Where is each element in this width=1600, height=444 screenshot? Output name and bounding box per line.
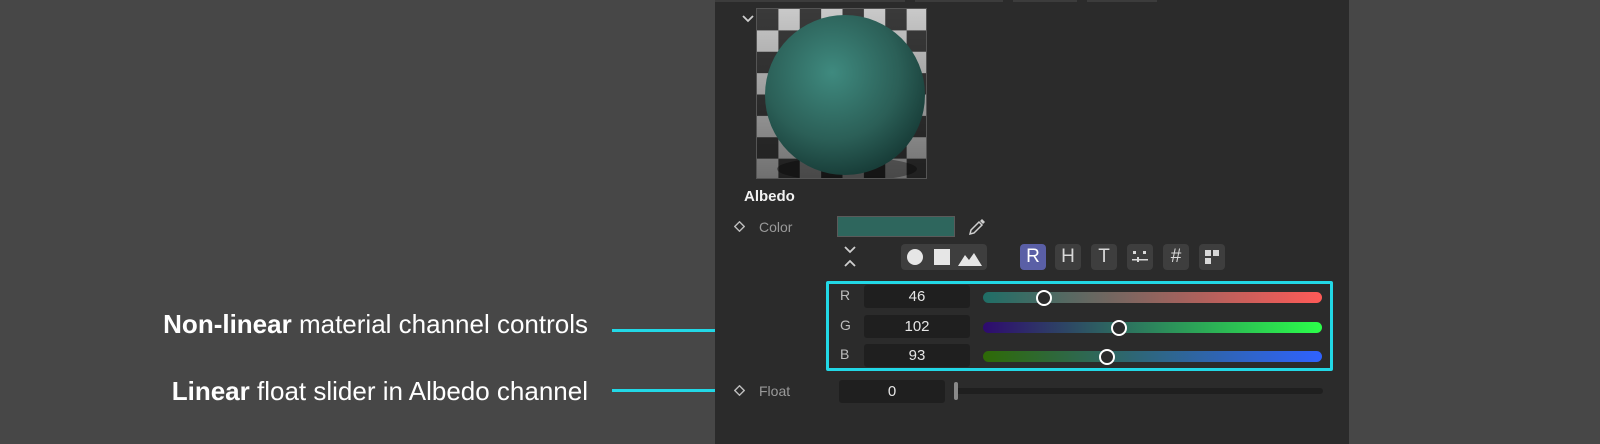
section-title-albedo: Albedo (744, 188, 795, 205)
keyframe-diamond-icon[interactable] (734, 385, 745, 396)
mode-button-temperature[interactable]: T (1091, 244, 1117, 270)
plane-shape-icon[interactable] (934, 249, 950, 265)
channel-r-value[interactable]: 46 (864, 285, 970, 308)
annotation-nonlinear-text: material channel controls (291, 309, 588, 339)
color-swatch[interactable] (837, 216, 955, 237)
top-tab[interactable] (1087, 0, 1157, 2)
chevron-down-icon[interactable] (742, 14, 754, 24)
collapse-expand-icon[interactable] (843, 245, 857, 271)
annotation-nonlinear: Non-linear material channel controls (163, 311, 588, 337)
float-slider[interactable] (955, 388, 1323, 394)
stage: Non-linear material channel controls Lin… (0, 0, 1600, 444)
channel-b-slider-thumb[interactable] (1098, 349, 1115, 365)
channel-g-slider-thumb[interactable] (1110, 320, 1127, 336)
sphere-preview-image (757, 9, 926, 178)
annotation-linear-text: float slider in Albedo channel (249, 376, 588, 406)
channel-r-slider-thumb[interactable] (1036, 290, 1053, 306)
mode-button-rgb[interactable]: R (1020, 244, 1046, 270)
annotation-linear-connector (612, 389, 732, 392)
color-label: Color (759, 219, 793, 235)
top-tab[interactable] (915, 0, 1003, 2)
preview-shape-group (901, 244, 987, 270)
mode-button-hex[interactable]: # (1163, 244, 1189, 270)
material-panel: Albedo Color R H T # R 46 G 102 B 93 Flo… (715, 0, 1349, 444)
mode-button-hsv[interactable]: H (1055, 244, 1081, 270)
keyframe-diamond-icon[interactable] (734, 221, 745, 232)
top-tab[interactable] (715, 0, 905, 2)
top-tab-strip (715, 0, 1349, 3)
mode-button-wheel[interactable] (1127, 244, 1153, 270)
top-tab[interactable] (1013, 0, 1077, 2)
mode-button-palette[interactable] (1199, 244, 1225, 270)
float-label: Float (759, 383, 791, 399)
eyedropper-icon[interactable] (967, 217, 987, 237)
channel-g-label: G (840, 317, 851, 333)
channel-r-slider[interactable] (983, 292, 1322, 303)
annotation-linear-bold: Linear (171, 376, 250, 406)
float-slider-thumb[interactable] (954, 382, 958, 400)
float-value[interactable]: 0 (839, 380, 945, 403)
material-preview (756, 8, 927, 179)
channel-g-slider[interactable] (983, 322, 1322, 333)
channel-b-slider[interactable] (983, 351, 1322, 362)
terrain-shape-icon[interactable] (958, 250, 982, 266)
channel-b-label: B (840, 346, 850, 362)
sphere-shape-icon[interactable] (907, 249, 923, 265)
channel-r-label: R (840, 287, 851, 303)
annotation-linear: Linear float slider in Albedo channel (172, 378, 588, 404)
sliders-icon (1132, 251, 1148, 262)
palette-grid-icon (1205, 250, 1219, 264)
channel-b-value[interactable]: 93 (864, 344, 970, 367)
annotation-nonlinear-bold: Non-linear (163, 309, 292, 339)
channel-g-value[interactable]: 102 (864, 315, 970, 338)
